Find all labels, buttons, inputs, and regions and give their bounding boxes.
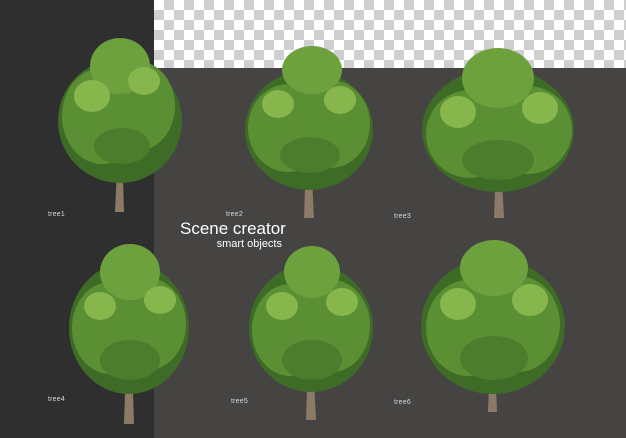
tree-label-5: tree5 [231,398,248,405]
tree-label-2: tree2 [226,211,243,218]
tree-2-image [245,46,373,218]
tree-label-3: tree3 [394,213,411,220]
title-main: Scene creator [180,219,286,238]
scene-creator-title-block: Scene creator smart objects [180,220,320,251]
image-canvas: tree1 tree2 tree3 tree4 tree5 tree6 Scen… [0,0,626,438]
title-subtitle: smart objects [216,238,282,250]
tree-5-image [249,246,373,420]
tree-3-image [422,48,574,218]
tree-label-6: tree6 [394,399,411,406]
tree-label-4: tree4 [48,396,65,403]
tree-4-image [69,244,189,424]
tree-1-image [58,38,182,212]
tree-6-image [421,240,565,412]
tree-label-1: tree1 [48,211,65,218]
